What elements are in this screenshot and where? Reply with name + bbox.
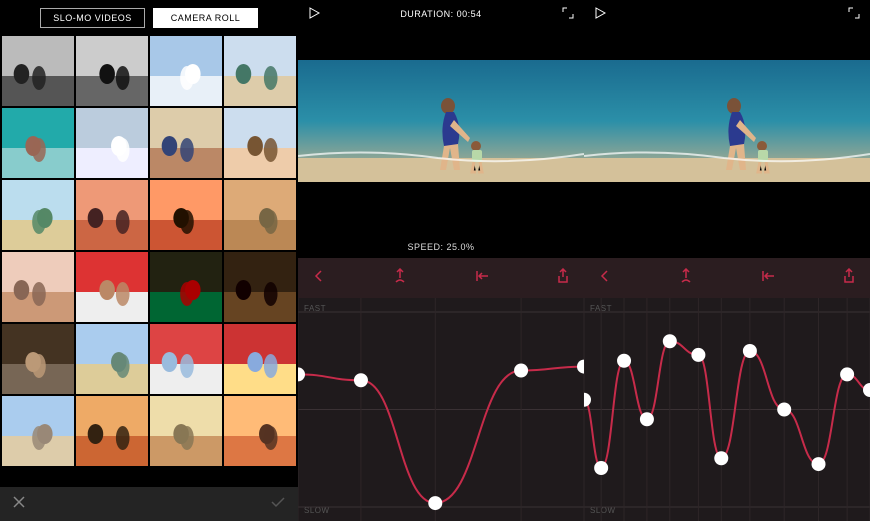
thumbnail[interactable] [150,396,222,466]
thumbnail[interactable] [76,396,148,466]
thumbnail[interactable] [2,180,74,250]
expand-icon[interactable] [562,7,574,21]
thumbnail[interactable] [76,324,148,394]
speed-label-empty [584,214,870,258]
thumbnail[interactable] [2,36,74,106]
editor-toolbar [584,258,870,298]
speed-graph[interactable]: FAST SLOW [298,298,584,521]
insert-point-icon[interactable] [391,268,409,289]
thumbnail[interactable] [76,36,148,106]
play-icon[interactable] [594,7,606,21]
thumbnail[interactable] [76,108,148,178]
video-preview[interactable] [298,28,584,214]
thumbnail[interactable] [150,180,222,250]
back-icon[interactable] [596,269,614,288]
thumbnail[interactable] [150,108,222,178]
thumbnail[interactable] [224,252,296,322]
close-icon[interactable] [12,495,26,514]
jump-start-icon[interactable] [759,269,777,288]
speed-label: SPEED: 25.0% [298,214,584,258]
thumbnail[interactable] [150,252,222,322]
thumbnail[interactable] [2,252,74,322]
share-icon[interactable] [554,268,572,289]
back-icon[interactable] [310,269,328,288]
play-icon[interactable] [308,7,320,21]
duration-label: DURATION: 00:54 [400,9,481,19]
share-icon[interactable] [840,268,858,289]
editor-panel-b: DURATION: 00:54 [298,0,584,521]
thumbnail-grid [0,36,298,466]
gallery-panel: SLO-MO VIDEOS CAMERA ROLL [0,0,298,521]
thumbnail[interactable] [76,180,148,250]
gallery-bottom-bar [0,487,298,521]
gallery-tabs: SLO-MO VIDEOS CAMERA ROLL [0,0,298,36]
editor-panel-c: FAST SLOW [584,0,870,521]
thumbnail[interactable] [2,108,74,178]
tab-slomo[interactable]: SLO-MO VIDEOS [40,8,145,28]
video-preview[interactable] [584,28,870,214]
thumbnail[interactable] [150,324,222,394]
expand-icon[interactable] [848,7,860,21]
jump-start-icon[interactable] [473,269,491,288]
thumbnail[interactable] [224,324,296,394]
thumbnail[interactable] [76,252,148,322]
tab-cameraroll[interactable]: CAMERA ROLL [153,8,258,28]
insert-point-icon[interactable] [677,268,695,289]
editor-toolbar [298,258,584,298]
confirm-icon[interactable] [270,495,286,514]
thumbnail[interactable] [150,36,222,106]
thumbnail[interactable] [224,180,296,250]
editor-top-bar: DURATION: 00:54 [298,0,584,28]
thumbnail[interactable] [2,396,74,466]
thumbnail[interactable] [224,36,296,106]
thumbnail[interactable] [224,108,296,178]
editor-top-bar [584,0,870,28]
speed-graph[interactable]: FAST SLOW [584,298,870,521]
thumbnail[interactable] [224,396,296,466]
thumbnail[interactable] [2,324,74,394]
